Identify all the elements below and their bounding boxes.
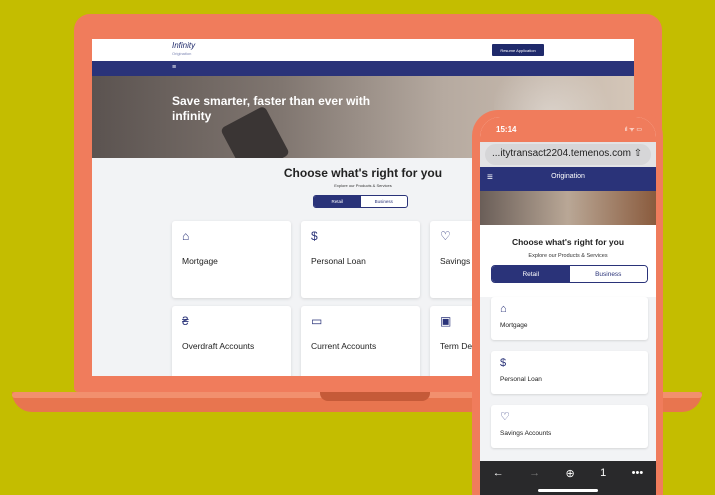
status-time: 15:14	[496, 125, 517, 134]
phone-hero-image	[480, 191, 656, 225]
product-card-personal-loan[interactable]: $ Personal Loan	[301, 221, 420, 298]
segment-toggle: Retail Business	[491, 265, 648, 283]
product-card-label: Mortgage	[500, 322, 528, 329]
safe-icon: ▣	[440, 314, 452, 328]
hero-text: Save smarter, faster than ever with infi…	[172, 94, 371, 123]
product-card-mortgage[interactable]: ⌂ Mortgage	[491, 297, 648, 340]
piggy-bank-icon: ♡	[440, 229, 451, 243]
laptop-notch	[320, 392, 430, 401]
tab-count-icon[interactable]: 1	[600, 467, 606, 479]
product-card-label: Term De	[440, 341, 473, 351]
product-card-current-accounts[interactable]: ▭ Current Accounts	[301, 306, 420, 376]
url-field[interactable]: ...itytransact2204.temenos.com ⇧	[485, 144, 651, 165]
phone-nav-bar: ≡ Origination	[480, 167, 656, 191]
products-heading: Choose what's right for you	[511, 237, 625, 247]
money-bag-icon: ₴	[182, 314, 189, 328]
piggy-bank-icon: ♡	[500, 411, 510, 423]
infinity-logo[interactable]: Infinity Origination	[172, 42, 195, 58]
phone-screen: 15:14 ıl ᯤ ▭ ...itytransact2204.temenos.…	[480, 117, 656, 495]
browser-address-bar: ...itytransact2204.temenos.com ⇧	[480, 142, 656, 167]
new-tab-plus-icon[interactable]: ⊕	[566, 467, 575, 480]
product-list: ⌂ Mortgage $ Personal Loan ♡ Savings Acc…	[480, 297, 656, 461]
product-card-overdraft[interactable]: ₴ Overdraft Accounts	[172, 306, 291, 376]
segment-toggle: Retail Business	[313, 195, 408, 208]
product-card-label: Overdraft Accounts	[182, 341, 255, 351]
forward-arrow-icon[interactable]: →	[529, 467, 540, 479]
product-card-label: Personal Loan	[500, 376, 542, 383]
logo-text: Infinity	[172, 41, 196, 50]
tab-retail[interactable]: Retail	[492, 266, 570, 282]
product-card-savings-accounts[interactable]: ♡ Savings Accounts	[491, 405, 648, 448]
logo-subtext: Origination	[172, 51, 192, 56]
browser-toolbar: ← → ⊕ 1 •••	[480, 461, 656, 495]
banknote-icon: ▭	[311, 314, 323, 328]
product-card-label: Savings Accounts	[500, 430, 552, 437]
product-card-mortgage[interactable]: ⌂ Mortgage	[172, 221, 291, 298]
phone-page-title: Origination	[551, 173, 585, 180]
product-card-label: Current Accounts	[311, 341, 377, 351]
tab-business[interactable]: Business	[569, 266, 647, 282]
product-card-label: Personal Loan	[311, 256, 366, 266]
resume-application-button[interactable]: Resume Application	[492, 44, 544, 56]
products-subheading: Explore our Products & Services	[528, 253, 608, 259]
more-menu-icon[interactable]: •••	[632, 467, 644, 479]
laptop-header: Infinity Origination Resume Application	[92, 39, 634, 61]
hamburger-menu-icon[interactable]: ≡	[172, 64, 176, 71]
signal-wifi-battery-icon: ıl ᯤ ▭	[624, 127, 642, 133]
tab-retail[interactable]: Retail	[314, 196, 361, 207]
house-icon: ⌂	[182, 229, 190, 243]
home-indicator	[538, 489, 598, 492]
phone-status-bar: 15:14 ıl ᯤ ▭	[480, 117, 656, 142]
product-card-label: Mortgage	[182, 256, 218, 266]
back-arrow-icon[interactable]: ←	[493, 467, 504, 479]
phone-notch	[530, 117, 606, 133]
laptop-nav-bar: ≡	[92, 61, 634, 76]
hand-dollar-icon: $	[500, 357, 507, 369]
tab-business[interactable]: Business	[361, 196, 408, 207]
product-card-personal-loan[interactable]: $ Personal Loan	[491, 351, 648, 394]
product-card-label: Savings	[440, 256, 471, 266]
hand-dollar-icon: $	[311, 229, 318, 243]
house-icon: ⌂	[500, 303, 507, 315]
